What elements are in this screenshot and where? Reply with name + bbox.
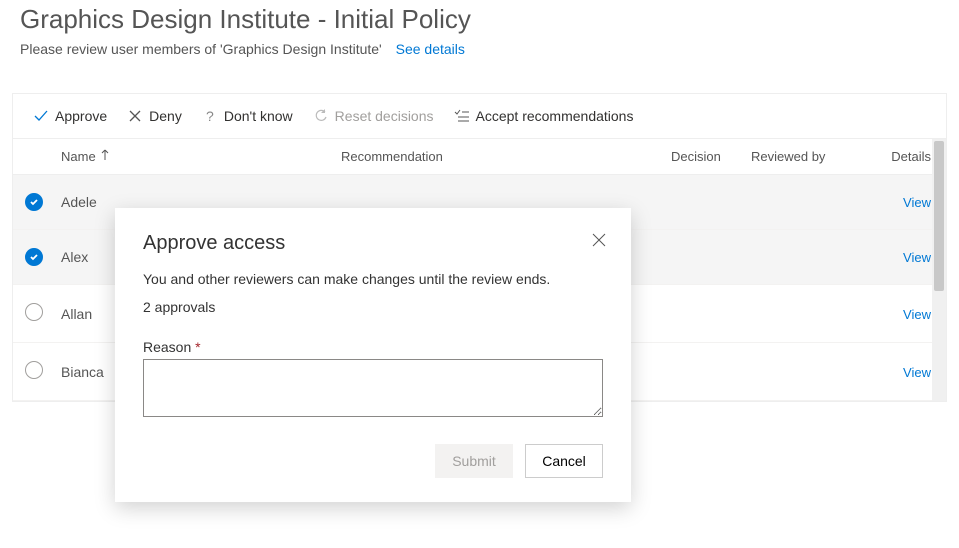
check-icon [33,108,49,124]
question-icon: ? [202,108,218,124]
scrollbar-thumb[interactable] [934,141,944,291]
row-checkbox[interactable] [25,248,43,266]
reason-input[interactable] [143,359,603,417]
column-recommendation[interactable]: Recommendation [341,149,671,164]
row-checkbox[interactable] [25,193,43,211]
list-check-icon [454,108,470,124]
dialog-description: You and other reviewers can make changes… [143,271,603,287]
column-decision[interactable]: Decision [671,149,751,164]
column-name-label: Name [61,149,96,164]
vertical-scrollbar[interactable] [932,139,946,401]
refresh-icon [313,108,329,124]
reason-label: Reason * [143,339,603,355]
approve-label: Approve [55,108,107,124]
accept-recommendations-button[interactable]: Accept recommendations [446,104,642,128]
approve-button[interactable]: Approve [25,104,115,128]
column-details: Details [871,149,931,164]
x-icon [127,108,143,124]
page-subtitle: Please review user members of 'Graphics … [20,41,939,57]
view-link[interactable]: View [903,307,931,322]
approve-access-dialog: Approve access You and other reviewers c… [115,208,631,502]
submit-button: Submit [435,444,513,478]
check-icon [29,197,39,207]
table-header-row: Name Recommendation Decision Reviewed by… [13,139,946,175]
reset-decisions-button: Reset decisions [305,104,442,128]
dont-know-label: Don't know [224,108,293,124]
row-checkbox[interactable] [25,303,43,321]
approval-count: 2 approvals [143,299,603,315]
column-reviewed-by[interactable]: Reviewed by [751,149,871,164]
deny-label: Deny [149,108,182,124]
view-link[interactable]: View [903,195,931,210]
svg-text:?: ? [206,109,214,123]
close-button[interactable] [587,228,611,252]
deny-button[interactable]: Deny [119,104,190,128]
action-toolbar: Approve Deny ? Don't know Reset decision… [12,93,947,138]
dont-know-button[interactable]: ? Don't know [194,104,301,128]
subtitle-text: Please review user members of 'Graphics … [20,41,382,57]
view-link[interactable]: View [903,365,931,380]
reset-label: Reset decisions [335,108,434,124]
check-icon [29,252,39,262]
page-title: Graphics Design Institute - Initial Poli… [20,4,939,35]
cancel-button[interactable]: Cancel [525,444,603,478]
sort-asc-icon [100,149,110,164]
column-name[interactable]: Name [61,149,341,164]
row-checkbox[interactable] [25,361,43,379]
accept-label: Accept recommendations [476,108,634,124]
see-details-link[interactable]: See details [396,41,465,57]
view-link[interactable]: View [903,250,931,265]
dialog-title: Approve access [143,232,603,255]
close-icon [592,233,606,247]
